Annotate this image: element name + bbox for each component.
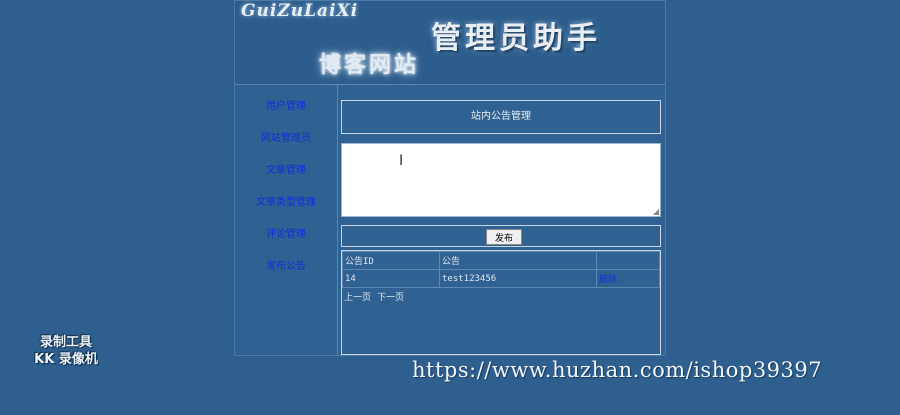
sidebar: 用户管理 网站管理员 文章管理 文章类型管理 评论管理 发布公告 bbox=[235, 85, 338, 355]
delete-link[interactable]: 删除 bbox=[596, 269, 660, 288]
notice-table: 公告ID 公告 14 test123456 删除 bbox=[342, 251, 660, 288]
cell-notice-text: test123456 bbox=[439, 269, 597, 288]
prev-page-link[interactable]: 上一页 bbox=[344, 293, 371, 303]
sidebar-item-comment-management[interactable]: 评论管理 bbox=[235, 225, 337, 240]
brand-logo-text: GuiZuLaiXi bbox=[241, 1, 359, 21]
recorder-watermark: 录制工具 KK 录像机 bbox=[18, 334, 114, 368]
banner: GuiZuLaiXi 管理员助手 博客网站 bbox=[235, 1, 665, 85]
sidebar-item-article-type-management[interactable]: 文章类型管理 bbox=[235, 193, 337, 208]
resize-grip-icon[interactable]: ◢ bbox=[653, 207, 659, 216]
publish-row: 发布 bbox=[341, 225, 661, 247]
column-header-action bbox=[596, 251, 660, 270]
recorder-watermark-line1: 录制工具 bbox=[39, 335, 92, 350]
sidebar-item-site-admins[interactable]: 网站管理员 bbox=[235, 129, 337, 144]
cell-notice-id: 14 bbox=[342, 269, 440, 288]
page-title: 站内公告管理 bbox=[341, 100, 661, 134]
text-cursor-icon: I bbox=[399, 153, 404, 169]
recorder-watermark-line2: KK 录像机 bbox=[34, 352, 98, 367]
url-watermark: https://www.huzhan.com/ishop39397 bbox=[412, 358, 823, 382]
banner-subtitle: 博客网站 bbox=[319, 52, 420, 78]
column-header-notice: 公告 bbox=[439, 251, 597, 270]
sidebar-item-article-management[interactable]: 文章管理 bbox=[235, 161, 337, 176]
notice-textarea[interactable] bbox=[342, 144, 660, 216]
next-page-link[interactable]: 下一页 bbox=[377, 293, 404, 303]
sidebar-item-publish-notice[interactable]: 发布公告 bbox=[235, 257, 337, 272]
editor-panel: I ◢ bbox=[341, 143, 661, 217]
banner-title: 管理员助手 bbox=[431, 21, 601, 56]
notice-table-area: 公告ID 公告 14 test123456 删除 上一页 下一页 bbox=[341, 250, 661, 355]
sidebar-item-user-management[interactable]: 用户管理 bbox=[235, 97, 337, 112]
table-row: 14 test123456 删除 bbox=[342, 269, 660, 288]
pager: 上一页 下一页 bbox=[342, 288, 660, 305]
column-header-id: 公告ID bbox=[342, 251, 440, 270]
publish-button[interactable]: 发布 bbox=[486, 229, 522, 245]
table-header-row: 公告ID 公告 bbox=[342, 251, 660, 270]
main-content: 站内公告管理 I ◢ 发布 公告ID 公告 14 test123456 删除 上… bbox=[339, 89, 665, 355]
admin-frame: GuiZuLaiXi 管理员助手 博客网站 用户管理 网站管理员 文章管理 文章… bbox=[234, 0, 666, 356]
